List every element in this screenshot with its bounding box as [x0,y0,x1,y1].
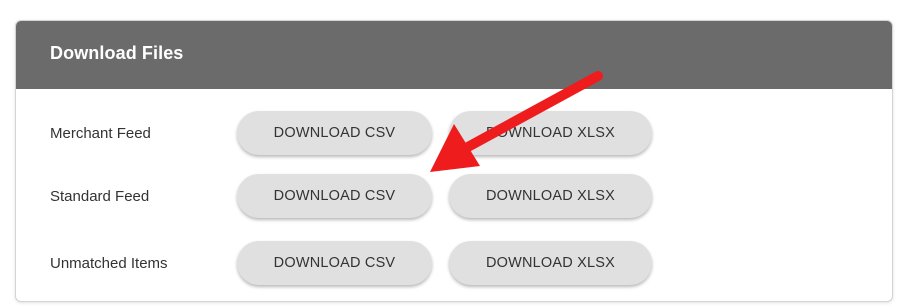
standard-feed-download-csv-button[interactable]: DOWNLOAD CSV [237,174,432,218]
row-merchant-feed: Merchant Feed DOWNLOAD CSV DOWNLOAD XLSX [16,111,892,157]
panel-title: Download Files [50,43,184,63]
standard-feed-download-xlsx-button[interactable]: DOWNLOAD XLSX [449,174,652,218]
unmatched-items-download-csv-button[interactable]: DOWNLOAD CSV [237,241,432,285]
merchant-feed-download-csv-button[interactable]: DOWNLOAD CSV [237,111,432,155]
row-unmatched-items: Unmatched Items DOWNLOAD CSV DOWNLOAD XL… [16,241,892,287]
unmatched-items-download-xlsx-button[interactable]: DOWNLOAD XLSX [449,241,652,285]
row-label-standard-feed: Standard Feed [50,188,150,205]
row-standard-feed: Standard Feed DOWNLOAD CSV DOWNLOAD XLSX [16,174,892,220]
panel-header: Download Files [16,21,892,89]
row-label-unmatched-items: Unmatched Items [50,255,168,272]
merchant-feed-download-xlsx-button[interactable]: DOWNLOAD XLSX [449,111,652,155]
download-files-panel: Download Files Merchant Feed DOWNLOAD CS… [15,20,893,302]
row-label-merchant-feed: Merchant Feed [50,125,151,142]
